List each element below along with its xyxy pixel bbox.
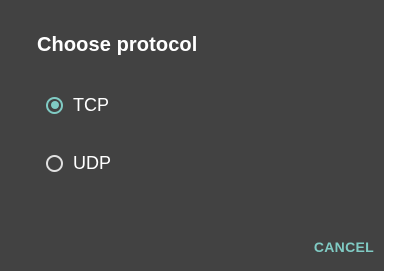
dialog-title: Choose protocol [37, 34, 198, 56]
radio-checked-icon[interactable] [46, 96, 63, 114]
option-udp[interactable]: UDP [46, 150, 111, 176]
option-label-tcp: TCP [73, 94, 109, 115]
option-tcp[interactable]: TCP [46, 92, 109, 118]
protocol-dialog: Choose protocol TCP UDP CANCEL [0, 0, 384, 271]
option-label-udp: UDP [73, 152, 112, 173]
radio-unchecked-icon[interactable] [46, 154, 63, 172]
cancel-button[interactable]: CANCEL [314, 239, 374, 255]
